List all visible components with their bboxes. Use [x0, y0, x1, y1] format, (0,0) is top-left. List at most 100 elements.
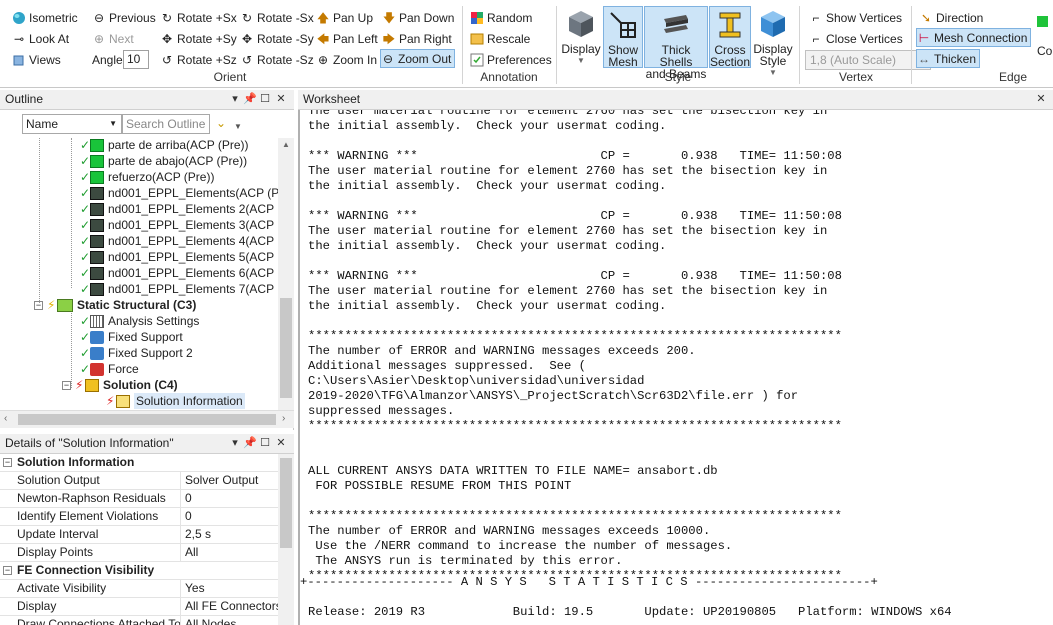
fixed-support-2-node[interactable]: ✓ Fixed Support 2	[80, 345, 193, 361]
details-row[interactable]: Identify Element Violations 0	[0, 508, 278, 526]
details-section-header[interactable]: − FE Connection Visibility	[0, 562, 278, 580]
maximize-icon[interactable]: ☐	[258, 90, 272, 109]
display-button[interactable]: Display ▼	[560, 6, 602, 67]
show-mesh-button[interactable]: Show Mesh	[603, 6, 643, 68]
show-mesh-icon	[610, 12, 636, 38]
tree-node[interactable]: ✓ nd001_EPPL_Elements 7(ACP (Pre)	[80, 281, 278, 297]
chevron-down-icon[interactable]: ▼	[234, 122, 242, 131]
direction-arrow-icon: ➘	[920, 10, 932, 25]
zoom-in-button[interactable]: ⊕ Zoom In	[316, 50, 377, 69]
mesh-element-icon	[90, 250, 104, 264]
views-button[interactable]: Views	[12, 50, 61, 69]
isometric-button[interactable]: Isometric	[12, 8, 78, 27]
scrollbar-thumb[interactable]	[280, 458, 292, 548]
collapse-toggle-icon[interactable]: −	[62, 380, 71, 390]
pan-up-button[interactable]: 🡅 Pan Up	[316, 8, 373, 27]
random-button[interactable]: Random	[470, 8, 532, 27]
worksheet-panel: Worksheet ✕ The user material routine fo…	[298, 90, 1053, 625]
next-button[interactable]: ⊕ Next	[92, 29, 134, 48]
solution-information-node[interactable]: ⚡ Solution Information	[106, 393, 245, 409]
views-cube-icon	[12, 53, 26, 67]
look-at-button[interactable]: ⊸ Look At	[12, 29, 69, 48]
angle-input[interactable]: 10	[123, 50, 149, 69]
scroll-left-icon[interactable]: ‹	[4, 413, 7, 424]
close-icon[interactable]: ✕	[274, 434, 288, 453]
analysis-settings-node[interactable]: ✓ Analysis Settings	[80, 313, 199, 329]
rotate-minus-sz-button[interactable]: ↺ Rotate -Sz	[240, 50, 314, 69]
details-row[interactable]: Newton-Raphson Residuals 0	[0, 490, 278, 508]
outline-vertical-scrollbar[interactable]: ▲	[278, 138, 294, 410]
show-vertices-button[interactable]: ⌐ Show Vertices	[809, 8, 902, 27]
close-icon[interactable]: ✕	[1034, 90, 1048, 109]
details-vertical-scrollbar[interactable]	[278, 454, 294, 625]
collapse-toggle-icon[interactable]: −	[34, 300, 43, 310]
mesh-element-icon	[90, 282, 104, 296]
tree-node[interactable]: ✓ parte de arriba(ACP (Pre))	[80, 138, 249, 153]
scrollbar-thumb[interactable]	[280, 298, 292, 398]
fixed-support-node[interactable]: ✓ Fixed Support	[80, 329, 183, 345]
rotate-minus-sx-button[interactable]: ↻ Rotate -Sx	[240, 8, 314, 27]
autohide-pin-icon[interactable]: 📌	[243, 434, 257, 453]
direction-button[interactable]: ➘ Direction	[919, 8, 983, 27]
thicken-button[interactable]: ↔ Thicken	[916, 49, 981, 68]
pin-icon[interactable]: ▾	[228, 434, 242, 453]
pan-left-button[interactable]: 🡄 Pan Left	[316, 29, 378, 48]
scroll-right-icon[interactable]: ›	[282, 413, 285, 424]
pan-down-button[interactable]: 🡇 Pan Down	[382, 8, 455, 27]
pin-icon[interactable]: ▾	[228, 90, 242, 109]
mesh-connection-button[interactable]: ⊢ Mesh Connection	[916, 28, 1032, 47]
check-icon: ✓	[80, 362, 91, 376]
rotate-plus-sy-button[interactable]: ✥ Rotate +Sy	[160, 29, 237, 48]
rescale-button[interactable]: Rescale	[470, 29, 530, 48]
vertex-group: ⌐ Show Vertices ⌐ Close Vertices 1,8 (Au…	[801, 0, 931, 88]
search-outline-input[interactable]: Search Outline	[122, 114, 210, 134]
tree-node[interactable]: ✓ nd001_EPPL_Elements 5(ACP (Pre)	[80, 249, 278, 265]
autohide-pin-icon[interactable]: 📌	[243, 90, 257, 109]
previous-button[interactable]: ⊖ Previous	[92, 8, 156, 27]
tree-node[interactable]: ✓ nd001_EPPL_Elements(ACP (Pre))	[80, 185, 278, 201]
outline-horizontal-scrollbar[interactable]: ‹ ›	[0, 410, 294, 428]
rotate-minus-sy-button[interactable]: ✥ Rotate -Sy	[240, 29, 314, 48]
check-icon: ✓	[80, 282, 91, 296]
details-row[interactable]: Draw Connections Attached To All Nodes	[0, 616, 278, 625]
rotate-icon: ↺	[241, 52, 253, 67]
tree-node[interactable]: ✓ refuerzo(ACP (Pre))	[80, 169, 214, 185]
force-node[interactable]: ✓ Force	[80, 361, 139, 377]
solution-node[interactable]: − ⚡ Solution (C4)	[62, 377, 178, 393]
pan-right-button[interactable]: 🡆 Pan Right	[382, 29, 452, 48]
tree-node[interactable]: ✓ nd001_EPPL_Elements 3(ACP (Pre)	[80, 217, 278, 233]
details-row[interactable]: Activate Visibility Yes	[0, 580, 278, 598]
details-row[interactable]: Update Interval 2,5 s	[0, 526, 278, 544]
details-row[interactable]: Solution Output Solver Output	[0, 472, 278, 490]
search-options-icon[interactable]: ⌄	[216, 116, 226, 130]
name-filter-combo[interactable]: Name ▼	[22, 114, 122, 134]
preferences-button[interactable]: Preferences	[470, 50, 552, 69]
details-row[interactable]: Display All FE Connectors	[0, 598, 278, 616]
tree-node[interactable]: ✓ parte de abajo(ACP (Pre))	[80, 153, 247, 169]
tree-node[interactable]: ✓ nd001_EPPL_Elements 2(ACP (Pre)	[80, 201, 278, 217]
rotate-plus-sz-button[interactable]: ↺ Rotate +Sz	[160, 50, 237, 69]
thick-shells-beams-button[interactable]: Thick Shells and Beams	[644, 6, 708, 80]
maximize-icon[interactable]: ☐	[258, 434, 272, 453]
cross-section-button[interactable]: Cross Section	[709, 6, 751, 68]
collapse-toggle-icon[interactable]: −	[3, 566, 12, 575]
tree-node[interactable]: ✓ nd001_EPPL_Elements 4(ACP (Pre)	[80, 233, 278, 249]
details-section-header[interactable]: − Solution Information	[0, 454, 278, 472]
check-icon: ✓	[80, 346, 91, 360]
zoom-out-button[interactable]: ⊖ Zoom Out	[380, 49, 456, 68]
green-square-icon	[90, 154, 104, 168]
static-structural-node[interactable]: − ⚡ Static Structural (C3)	[34, 297, 196, 313]
orient-group: Isometric ⊸ Look At Views ⊖ Previous ⊕ N…	[0, 0, 460, 88]
solver-output-log[interactable]: The user material routine for element 27…	[298, 110, 1053, 625]
close-icon[interactable]: ✕	[274, 90, 288, 109]
mesh-connection-icon: ⊢	[918, 30, 930, 45]
display-style-button[interactable]: Display Style ▼	[752, 6, 794, 79]
tree-connector	[71, 138, 72, 288]
close-vertices-button[interactable]: ⌐ Close Vertices	[809, 29, 902, 48]
details-row[interactable]: Display Points All	[0, 544, 278, 562]
scroll-up-icon[interactable]: ▲	[282, 140, 290, 149]
collapse-toggle-icon[interactable]: −	[3, 458, 12, 467]
scrollbar-thumb[interactable]	[18, 414, 276, 425]
rotate-plus-sx-button[interactable]: ↻ Rotate +Sx	[160, 8, 237, 27]
tree-node[interactable]: ✓ nd001_EPPL_Elements 6(ACP (Pre)	[80, 265, 278, 281]
